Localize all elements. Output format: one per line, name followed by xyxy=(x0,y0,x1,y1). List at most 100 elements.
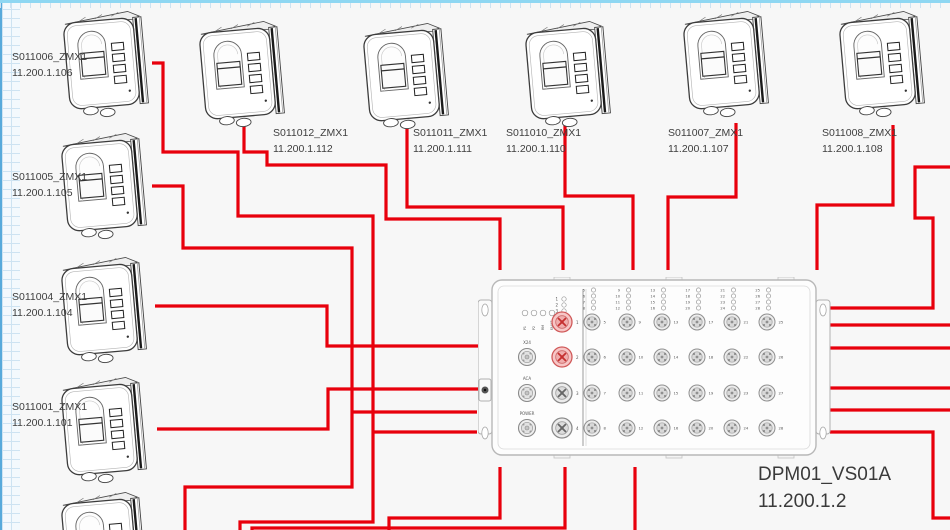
led-number: 23 xyxy=(720,301,725,305)
port-number: 19 xyxy=(709,391,714,396)
device-label: S011004_ZMX111.200.1.104 xyxy=(12,290,87,322)
device-label: S011011_ZMX111.200.1.111 xyxy=(413,126,487,158)
device-label: S011012_ZMX111.200.1.112 xyxy=(273,126,348,158)
switch-port[interactable] xyxy=(619,385,635,401)
switch-utility-port[interactable] xyxy=(519,420,536,437)
led-number: 10 xyxy=(615,295,620,299)
switch-port-active[interactable] xyxy=(552,347,572,367)
switch-port[interactable] xyxy=(654,314,670,330)
switch-port[interactable] xyxy=(759,420,775,436)
led-number: 28 xyxy=(755,307,760,311)
led-number: 19 xyxy=(685,301,690,305)
device-node-partial[interactable] xyxy=(60,487,152,530)
switch-port[interactable] xyxy=(619,349,635,365)
led-number: 20 xyxy=(685,307,690,311)
device-ip: 11.200.1.110 xyxy=(506,142,581,158)
device-label: S011008_ZMX111.200.1.108 xyxy=(822,126,897,158)
switch-port-active[interactable] xyxy=(552,312,572,332)
device-node-s011010_zmx1[interactable] xyxy=(524,16,616,130)
port-number: 12 xyxy=(639,426,644,431)
switch-port[interactable] xyxy=(724,349,740,365)
device-node-s011011_zmx1[interactable] xyxy=(362,18,454,132)
switch-port[interactable] xyxy=(619,420,635,436)
switch-port[interactable] xyxy=(619,314,635,330)
status-led-label: RM xyxy=(541,325,545,330)
switch-ip: 11.200.1.2 xyxy=(758,489,891,516)
led-number: 18 xyxy=(685,295,690,299)
zmx-device-illustration xyxy=(524,16,616,130)
zmx-device-illustration xyxy=(198,16,290,130)
utility-port-label: POWER xyxy=(520,411,535,416)
device-name: S011004_ZMX1 xyxy=(12,290,87,306)
dpm-switch-node[interactable]: P1P2RMFAULT12341234X24ACAPOWER5566778899… xyxy=(478,277,832,461)
device-ip: 11.200.1.104 xyxy=(12,306,87,322)
led-number: 7 xyxy=(583,301,585,305)
led-number: 25 xyxy=(755,289,760,293)
port-number: 21 xyxy=(744,320,749,325)
switch-port[interactable] xyxy=(724,385,740,401)
switch-port[interactable] xyxy=(759,349,775,365)
device-node-s011008_zmx1[interactable] xyxy=(838,6,930,120)
led-number: 13 xyxy=(650,289,655,293)
device-label: S011007_ZMX111.200.1.107 xyxy=(668,126,743,158)
device-node-s011007_zmx1[interactable] xyxy=(682,6,774,120)
switch-port[interactable] xyxy=(759,385,775,401)
port-number: 16 xyxy=(674,426,679,431)
device-label: S011006_ZMX111.200.1.106 xyxy=(12,50,87,82)
switch-port[interactable] xyxy=(654,349,670,365)
port-number: 26 xyxy=(779,355,784,360)
wire-s011001 xyxy=(157,389,478,429)
switch-port[interactable] xyxy=(689,349,705,365)
switch-port[interactable] xyxy=(724,314,740,330)
device-ip: 11.200.1.107 xyxy=(668,142,743,158)
port-number: 28 xyxy=(779,426,784,431)
wire-bottom-1 xyxy=(389,467,500,530)
switch-port[interactable] xyxy=(654,420,670,436)
switch-port[interactable] xyxy=(759,314,775,330)
switch-port[interactable] xyxy=(654,385,670,401)
wire-s011004 xyxy=(155,306,478,346)
wire-right-1 xyxy=(830,167,950,308)
switch-port[interactable] xyxy=(584,314,600,330)
device-ip: 11.200.1.112 xyxy=(273,142,348,158)
device-ip: 11.200.1.111 xyxy=(413,142,487,158)
led-number: 26 xyxy=(755,295,760,299)
device-name: S011001_ZMX1 xyxy=(12,400,87,416)
switch-port[interactable] xyxy=(724,420,740,436)
led-number: 22 xyxy=(720,295,725,299)
port-number: 13 xyxy=(674,320,679,325)
device-label: S011005_ZMX111.200.1.105 xyxy=(12,170,87,202)
led-number: 14 xyxy=(650,295,655,299)
device-name: S011012_ZMX1 xyxy=(273,126,348,142)
switch-port[interactable] xyxy=(689,385,705,401)
device-name: S011005_ZMX1 xyxy=(12,170,87,186)
port-number: 17 xyxy=(709,320,714,325)
port-number: 23 xyxy=(744,391,749,396)
device-ip: 11.200.1.106 xyxy=(12,66,87,82)
port-number: 20 xyxy=(709,426,714,431)
led-number: 24 xyxy=(720,307,725,311)
led-number: 5 xyxy=(583,289,585,293)
switch-port[interactable] xyxy=(584,385,600,401)
switch-port[interactable] xyxy=(552,383,572,403)
switch-utility-port[interactable] xyxy=(519,349,536,366)
led-number: 11 xyxy=(615,301,620,305)
port-number: 18 xyxy=(709,355,714,360)
status-led-label: P1 xyxy=(523,326,527,330)
device-name: S011010_ZMX1 xyxy=(506,126,581,142)
device-node-s011012_zmx1[interactable] xyxy=(198,16,290,130)
led-number: 12 xyxy=(615,307,620,311)
switch-name: DPM01_VS01A xyxy=(758,462,891,489)
switch-utility-port[interactable] xyxy=(519,385,536,402)
device-ip: 11.200.1.101 xyxy=(12,416,87,432)
switch-port[interactable] xyxy=(689,314,705,330)
switch-port[interactable] xyxy=(584,420,600,436)
device-label: S011001_ZMX111.200.1.101 xyxy=(12,400,87,432)
switch-label: DPM01_VS01A 11.200.1.2 xyxy=(758,462,891,515)
port-number: 27 xyxy=(779,391,784,396)
switch-port[interactable] xyxy=(584,349,600,365)
switch-port[interactable] xyxy=(689,420,705,436)
switch-port[interactable] xyxy=(552,418,572,438)
port-number: 10 xyxy=(639,355,644,360)
zmx-device-illustration xyxy=(60,487,152,530)
